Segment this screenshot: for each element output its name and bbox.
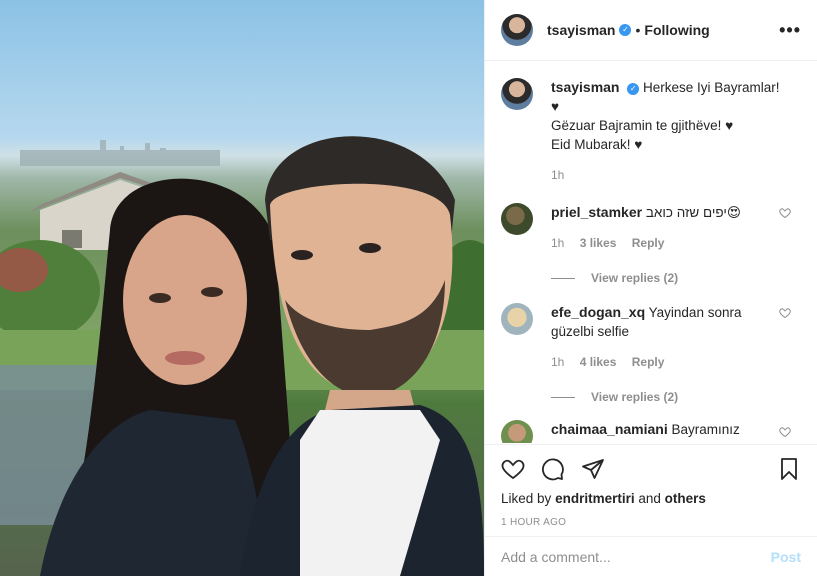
comment-likes[interactable]: 3 likes: [580, 236, 617, 250]
comment: priel_stamker יפים שזה כואב😍 1h 3 likes …: [501, 185, 801, 253]
comment-meta: 1h 4 likes Reply: [551, 353, 783, 372]
liked-by-user[interactable]: endritmertiri: [555, 491, 635, 506]
caption-avatar[interactable]: [501, 78, 533, 110]
post-comment-button[interactable]: Post: [771, 549, 801, 565]
comment-likes[interactable]: 4 likes: [580, 355, 617, 369]
following-button[interactable]: Following: [644, 22, 709, 38]
author-info: tsayisman ✓ • Following: [547, 22, 710, 38]
view-replies-line: [551, 277, 575, 279]
separator-dot: •: [635, 22, 641, 38]
comment-input[interactable]: [501, 548, 771, 565]
comment-time[interactable]: 1h: [551, 355, 564, 369]
comment-text: יפים שזה כואב😍: [645, 205, 741, 220]
like-comment-heart-icon[interactable]: [779, 426, 791, 438]
like-comment-heart-icon[interactable]: [779, 207, 791, 219]
caption-username[interactable]: tsayisman: [551, 79, 619, 95]
author-username[interactable]: tsayisman: [547, 22, 615, 38]
add-comment-bar: Post: [485, 536, 817, 576]
post-photo[interactable]: [0, 0, 484, 576]
view-replies-button[interactable]: View replies (2): [551, 271, 801, 285]
caption-time[interactable]: 1h: [551, 168, 564, 182]
view-replies-label: View replies (2): [591, 271, 679, 285]
caption-line-2: Gëzuar Bajramin te gjithëve! ♥: [551, 118, 734, 133]
caption-meta: 1h: [551, 166, 783, 185]
caption-line-3: Eid Mubarak! ♥: [551, 137, 643, 152]
commenter-avatar[interactable]: [501, 203, 533, 235]
view-replies-button[interactable]: View replies (2): [551, 390, 801, 404]
liked-by-and: and: [638, 491, 661, 506]
comment-body: efe_dogan_xq Yayindan sonra güzelbi self…: [551, 303, 783, 372]
comment-text: Bayramınız: [671, 422, 740, 437]
comment-body: priel_stamker יפים שזה כואב😍 1h 3 likes …: [551, 203, 783, 253]
comment-username[interactable]: chaimaa_namiani: [551, 421, 668, 437]
comment-body: chaimaa_namiani Bayramınız: [551, 420, 783, 443]
like-comment-heart-icon[interactable]: [779, 307, 791, 319]
comment-username[interactable]: efe_dogan_xq: [551, 304, 645, 320]
reply-button[interactable]: Reply: [632, 236, 665, 250]
save-bookmark-icon[interactable]: [777, 457, 801, 481]
post-timestamp[interactable]: 1 HOUR AGO: [501, 517, 801, 528]
view-replies-line: [551, 396, 575, 398]
commenter-avatar[interactable]: [501, 420, 533, 443]
commenter-avatar[interactable]: [501, 303, 533, 335]
comment-meta: 1h 3 likes Reply: [551, 234, 783, 253]
caption-body: tsayisman ✓ Herkese Iyi Bayramlar! ♥ Gëz…: [551, 78, 783, 185]
comment: efe_dogan_xq Yayindan sonra güzelbi self…: [501, 285, 801, 372]
liked-by: Liked by endritmertiri and others: [501, 491, 801, 506]
instagram-post: tsayisman ✓ • Following ••• tsayisman ✓ …: [0, 0, 817, 576]
like-heart-icon[interactable]: [501, 457, 525, 481]
action-icons: [501, 445, 801, 493]
verified-badge-icon: ✓: [627, 83, 640, 95]
more-options-icon[interactable]: •••: [779, 20, 801, 41]
photo-illustration: [0, 136, 484, 576]
liked-by-prefix: Liked by: [501, 491, 552, 506]
author-avatar[interactable]: [501, 14, 533, 46]
caption: tsayisman ✓ Herkese Iyi Bayramlar! ♥ Gëz…: [501, 62, 801, 185]
comment-username[interactable]: priel_stamker: [551, 204, 642, 220]
verified-badge-icon: ✓: [619, 24, 632, 36]
comments-list[interactable]: tsayisman ✓ Herkese Iyi Bayramlar! ♥ Gëz…: [485, 62, 817, 443]
post-actions: Liked by endritmertiri and others 1 HOUR…: [485, 444, 817, 528]
comment-time[interactable]: 1h: [551, 236, 564, 250]
post-side-panel: tsayisman ✓ • Following ••• tsayisman ✓ …: [484, 0, 817, 576]
share-paper-plane-icon[interactable]: [581, 457, 605, 481]
comment-bubble-icon[interactable]: [541, 457, 565, 481]
reply-button[interactable]: Reply: [632, 355, 665, 369]
comment: chaimaa_namiani Bayramınız: [501, 404, 801, 443]
liked-by-others[interactable]: others: [665, 491, 706, 506]
post-header: tsayisman ✓ • Following •••: [485, 0, 817, 61]
view-replies-label: View replies (2): [591, 390, 679, 404]
